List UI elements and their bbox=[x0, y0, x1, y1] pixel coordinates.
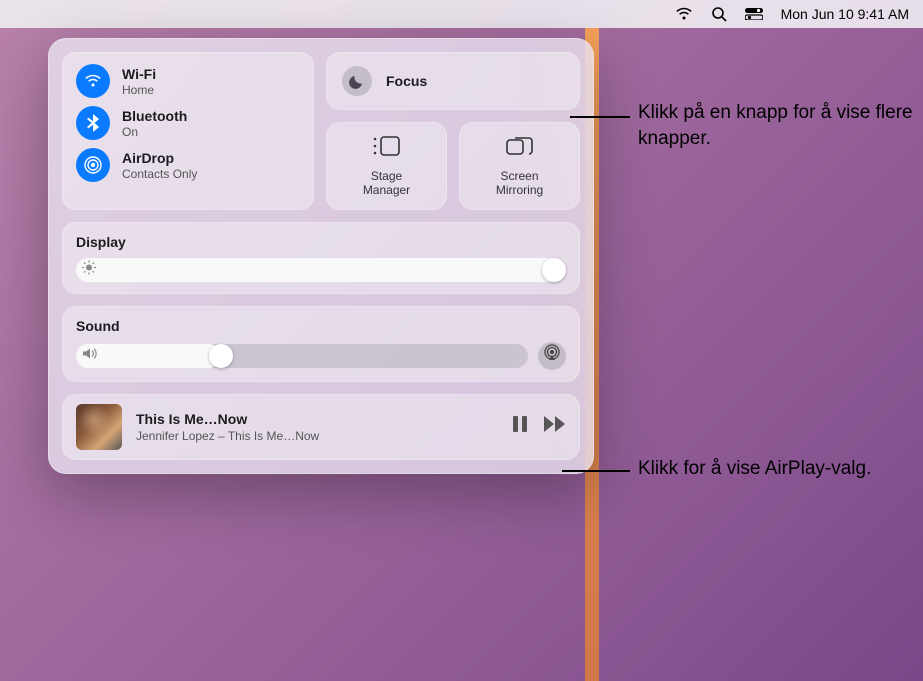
bluetooth-icon bbox=[76, 106, 110, 140]
focus-button[interactable]: Focus bbox=[326, 52, 580, 110]
wifi-status: Home bbox=[122, 83, 156, 97]
wifi-title: Wi-Fi bbox=[122, 66, 156, 82]
stage-manager-button[interactable]: Stage Manager bbox=[326, 122, 447, 210]
stage-manager-icon bbox=[372, 134, 402, 163]
spotlight-icon[interactable] bbox=[711, 6, 727, 22]
callout-line bbox=[562, 470, 630, 472]
next-track-button[interactable] bbox=[544, 416, 566, 437]
airplay-icon bbox=[543, 344, 561, 367]
track-artist: Jennifer Lopez – This Is Me…Now bbox=[136, 429, 498, 443]
control-center-menubar-icon[interactable] bbox=[745, 8, 763, 20]
pause-button[interactable] bbox=[512, 415, 528, 438]
sound-module: Sound bbox=[62, 306, 580, 382]
callout-focus: Klikk på en knapp for å vise flere knapp… bbox=[638, 100, 918, 151]
display-module: Display bbox=[62, 222, 580, 294]
control-center-panel: Wi-Fi Home Bluetooth On AirDrop bbox=[48, 38, 594, 474]
wifi-menubar-icon[interactable] bbox=[675, 7, 693, 21]
screen-mirroring-icon bbox=[505, 134, 535, 163]
sound-label: Sound bbox=[76, 318, 566, 334]
screen-mirroring-button[interactable]: Screen Mirroring bbox=[459, 122, 580, 210]
airdrop-toggle[interactable]: AirDrop Contacts Only bbox=[76, 148, 300, 182]
bluetooth-status: On bbox=[122, 125, 187, 139]
display-brightness-slider[interactable] bbox=[76, 258, 566, 282]
now-playing-module[interactable]: This Is Me…Now Jennifer Lopez – This Is … bbox=[62, 394, 580, 460]
network-module: Wi-Fi Home Bluetooth On AirDrop bbox=[62, 52, 314, 210]
airdrop-title: AirDrop bbox=[122, 150, 197, 166]
bluetooth-title: Bluetooth bbox=[122, 108, 187, 124]
track-title: This Is Me…Now bbox=[136, 411, 498, 427]
focus-label: Focus bbox=[386, 73, 427, 89]
display-label: Display bbox=[76, 234, 566, 250]
wifi-icon bbox=[76, 64, 110, 98]
screen-mirroring-label: Screen Mirroring bbox=[496, 169, 543, 198]
stage-manager-label: Stage Manager bbox=[363, 169, 410, 198]
wifi-toggle[interactable]: Wi-Fi Home bbox=[76, 64, 300, 98]
sound-volume-slider[interactable] bbox=[76, 344, 528, 368]
menubar-datetime[interactable]: Mon Jun 10 9:41 AM bbox=[781, 6, 909, 22]
airdrop-status: Contacts Only bbox=[122, 167, 197, 181]
airplay-audio-button[interactable] bbox=[538, 342, 566, 370]
brightness-icon bbox=[82, 260, 96, 279]
callout-line bbox=[570, 116, 630, 118]
moon-icon bbox=[342, 66, 372, 96]
callout-airplay: Klikk for å vise AirPlay-valg. bbox=[638, 456, 898, 482]
album-artwork bbox=[76, 404, 122, 450]
menubar: Mon Jun 10 9:41 AM bbox=[0, 0, 923, 28]
volume-icon bbox=[82, 346, 98, 365]
bluetooth-toggle[interactable]: Bluetooth On bbox=[76, 106, 300, 140]
airdrop-icon bbox=[76, 148, 110, 182]
